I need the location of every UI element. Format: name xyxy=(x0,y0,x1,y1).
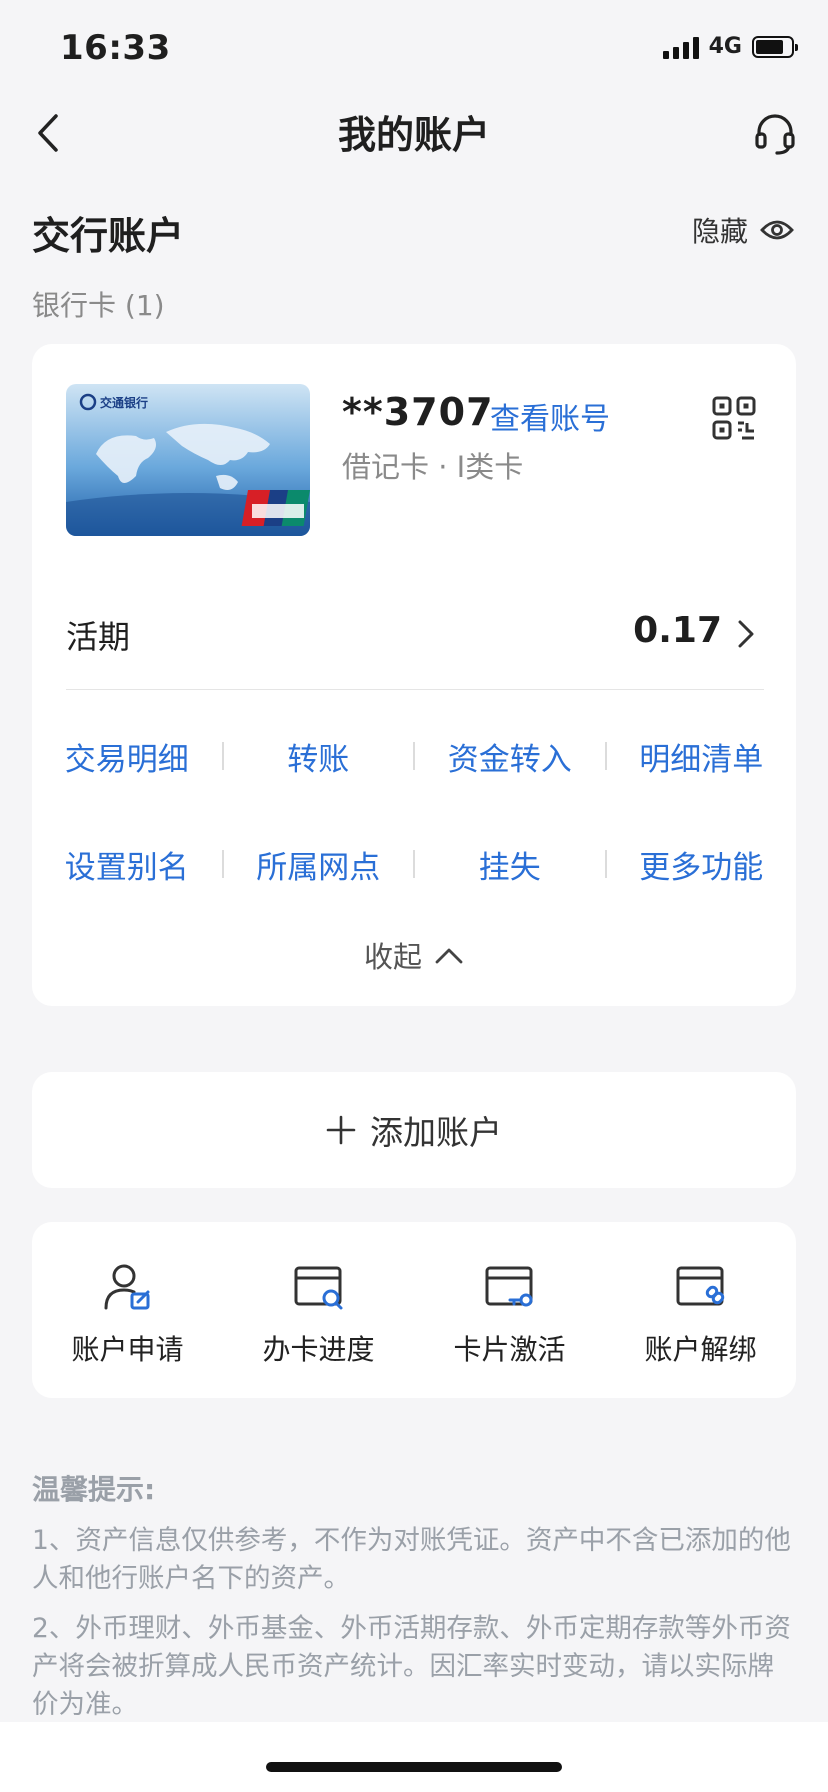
balance-label: 活期 xyxy=(66,618,131,656)
user-edit-icon xyxy=(104,1264,149,1310)
action-row-2: 设置别名 所属网点 挂失 更多功能 xyxy=(32,842,796,886)
service-label: 卡片激活 xyxy=(453,1333,566,1366)
service-account-unbind[interactable]: 账户解绑 xyxy=(605,1222,796,1398)
action-transaction-details[interactable]: 交易明细 xyxy=(32,734,222,779)
network-label: 4G xyxy=(708,34,742,59)
collapse-label: 收起 xyxy=(363,940,422,974)
bank-logo-text: 交通银行 xyxy=(100,395,148,410)
card-number: **3707 xyxy=(342,390,494,434)
service-label: 账户申请 xyxy=(71,1333,184,1366)
home-indicator xyxy=(266,1762,562,1772)
chevron-up-icon xyxy=(435,948,463,964)
page-title: 我的账户 xyxy=(337,113,490,157)
headset-icon[interactable] xyxy=(752,110,798,156)
view-account-number-link[interactable]: 查看账号 xyxy=(490,394,610,438)
action-branch[interactable]: 所属网点 xyxy=(224,842,414,887)
action-set-alias[interactable]: 设置别名 xyxy=(32,842,222,887)
status-indicators: 4G xyxy=(662,34,798,59)
qr-code-icon[interactable] xyxy=(712,396,756,440)
battery-icon xyxy=(752,35,798,58)
card-type: 借记卡 · I类卡 xyxy=(342,450,524,484)
balance-amount[interactable]: 0.17 xyxy=(633,610,722,651)
plus-icon xyxy=(326,1115,356,1145)
service-label: 账户解绑 xyxy=(644,1333,757,1366)
chevron-right-icon[interactable] xyxy=(734,616,758,652)
bottom-safe-area xyxy=(0,1722,828,1792)
divider xyxy=(66,689,764,690)
collapse-button[interactable]: 收起 xyxy=(32,934,796,976)
hide-label: 隐藏 xyxy=(691,215,748,248)
add-account-button[interactable]: 添加账户 xyxy=(32,1072,796,1188)
action-statement[interactable]: 明细清单 xyxy=(607,734,797,779)
signal-icon xyxy=(662,35,699,59)
bank-card-panel: 交通银行 **3707 查看账号 借记卡 · I类卡 活期 0.17 交易明细 … xyxy=(32,344,796,1006)
status-time: 16:33 xyxy=(60,28,171,68)
tips-title: 温馨提示: xyxy=(32,1473,156,1506)
add-account-label: 添加账户 xyxy=(370,1113,502,1152)
services-panel: 账户申请 办卡进度 卡片激活 账户解绑 xyxy=(32,1222,796,1398)
section-title: 交行账户 xyxy=(32,214,185,258)
service-card-activate[interactable]: 卡片激活 xyxy=(414,1222,605,1398)
card-search-icon xyxy=(294,1266,342,1310)
hide-balance-toggle[interactable]: 隐藏 xyxy=(692,210,794,250)
service-card-progress[interactable]: 办卡进度 xyxy=(223,1222,414,1398)
tip-item: 2、外币理财、外币基金、外币活期存款、外币定期存款等外币资产将会被折算成人民币资… xyxy=(32,1613,791,1720)
action-transfer[interactable]: 转账 xyxy=(224,734,414,779)
action-more[interactable]: 更多功能 xyxy=(607,842,797,887)
action-fund-in[interactable]: 资金转入 xyxy=(415,734,605,779)
action-row-1: 交易明细 转账 资金转入 明细清单 xyxy=(32,734,796,778)
card-count-label: 银行卡 (1) xyxy=(32,289,165,322)
bank-card-image[interactable]: 交通银行 xyxy=(66,384,310,536)
service-account-apply[interactable]: 账户申请 xyxy=(32,1222,223,1398)
tip-item: 1、资产信息仅供参考，不作为对账凭证。资产中不含已添加的他人和他行账户名下的资产… xyxy=(32,1525,791,1594)
card-key-icon xyxy=(485,1266,532,1307)
eye-icon xyxy=(760,220,794,240)
card-unlink-icon xyxy=(676,1266,724,1306)
service-label: 办卡进度 xyxy=(262,1333,375,1366)
action-report-loss[interactable]: 挂失 xyxy=(415,842,605,887)
